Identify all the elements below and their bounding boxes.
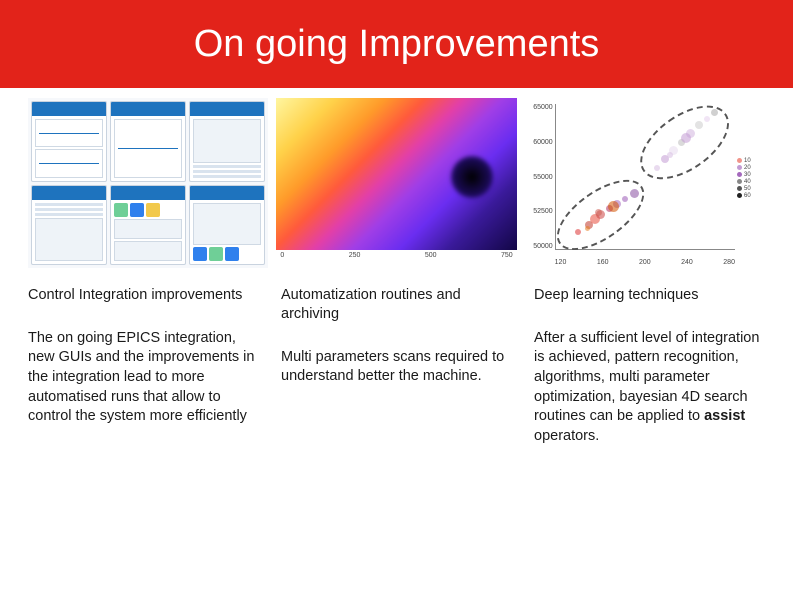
scatter-legend: 10 20 30 40 50 60: [737, 158, 765, 199]
col-1: Control Integration improvements The on …: [28, 286, 259, 446]
image-row: 0 250 500 750 65000 60000 55000 52500 50…: [28, 98, 765, 268]
col-3: Deep learning techniques After a suffici…: [534, 286, 765, 446]
tick: 120: [555, 259, 567, 266]
legend-label: 20: [744, 165, 751, 171]
tick: 60000: [525, 139, 553, 146]
tick: 160: [597, 259, 609, 266]
page-title: On going Improvements: [194, 23, 600, 66]
col-2: Automatization routines and archiving Mu…: [281, 286, 512, 446]
tick: 200: [639, 259, 651, 266]
tick: 55000: [525, 174, 553, 181]
slide-content: 0 250 500 750 65000 60000 55000 52500 50…: [0, 88, 793, 446]
tick: 50000: [525, 243, 553, 250]
tick: 750: [501, 252, 513, 268]
scatter-area: [555, 104, 735, 250]
col-2-body: Multi parameters scans required to under…: [281, 348, 512, 387]
col-3-heading: Deep learning techniques: [534, 286, 765, 305]
tick: 500: [425, 252, 437, 268]
scatter-x-axis: 120 160 200 240 280: [555, 259, 735, 266]
tick: 280: [723, 259, 735, 266]
scatter-plot: 65000 60000 55000 52500 50000 120 160 20…: [525, 98, 765, 268]
heatmap-x-axis: 0 250 500 750: [276, 250, 516, 268]
tick: 250: [349, 252, 361, 268]
tick: 0: [280, 252, 284, 268]
tick: 65000: [525, 104, 553, 111]
figure-control-guis: [28, 98, 268, 268]
figure-heatmap: 0 250 500 750: [276, 98, 516, 268]
legend-label: 10: [744, 158, 751, 164]
text-row: Control Integration improvements The on …: [28, 286, 765, 446]
legend-label: 60: [744, 193, 751, 199]
figure-scatter: 65000 60000 55000 52500 50000 120 160 20…: [525, 98, 765, 268]
legend-label: 40: [744, 179, 751, 185]
heatmap-plot: 0 250 500 750: [276, 98, 516, 268]
col-1-body: The on going EPICS integration, new GUIs…: [28, 329, 259, 427]
col-1-heading: Control Integration improvements: [28, 286, 259, 305]
gui-screenshot-collage: [28, 98, 268, 268]
legend-label: 30: [744, 172, 751, 178]
scatter-y-axis: 65000 60000 55000 52500 50000: [525, 104, 553, 250]
legend-label: 50: [744, 186, 751, 192]
tick: 52500: [525, 208, 553, 215]
title-bar: On going Improvements: [0, 0, 793, 88]
col-3-body: After a sufficient level of integration …: [534, 329, 765, 446]
text: operators.: [534, 428, 599, 444]
text-bold: assist: [704, 408, 745, 424]
col-2-heading: Automatization routines and archiving: [281, 286, 512, 324]
heatmap-gradient: [276, 98, 516, 250]
tick: 240: [681, 259, 693, 266]
